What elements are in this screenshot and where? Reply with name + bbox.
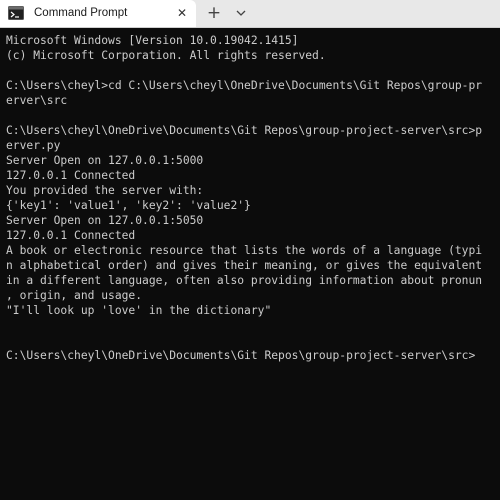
console-line: , origin, and usage. [6, 289, 143, 302]
console-line: C:\Users\cheyl>cd C:\Users\cheyl\OneDriv… [6, 79, 483, 92]
console-line: 127.0.0.1 Connected [6, 169, 136, 182]
console-text: Microsoft Windows [Version 10.0.19042.14… [6, 33, 482, 363]
tab-bar: Command Prompt ✕ + [0, 0, 500, 28]
console-line: 127.0.0.1 Connected [6, 229, 136, 242]
console-line: n alphabetical order) and gives their me… [6, 259, 483, 272]
console-prompt-line: C:\Users\cheyl\OneDrive\Documents\Git Re… [6, 349, 476, 362]
console-line: "I'll look up 'love' in the dictionary" [6, 304, 272, 317]
console-line: in a different language, often also prov… [6, 274, 483, 287]
command-prompt-window: Command Prompt ✕ + Microsoft Windows [Ve… [0, 0, 500, 500]
console-line: Microsoft Windows [Version 10.0.19042.14… [6, 34, 299, 47]
console-line: Server Open on 127.0.0.1:5050 [6, 214, 204, 227]
close-tab-icon[interactable]: ✕ [174, 5, 190, 21]
console-line: A book or electronic resource that lists… [6, 244, 483, 257]
console-line: C:\Users\cheyl\OneDrive\Documents\Git Re… [6, 124, 483, 137]
cmd-icon [8, 6, 24, 20]
tab-title: Command Prompt [34, 7, 128, 19]
console-line: erver\src [6, 94, 68, 107]
console-line: You provided the server with: [6, 184, 204, 197]
console-line: erver.py [6, 139, 61, 152]
scrollbar[interactable] [492, 28, 500, 500]
new-tab-button[interactable]: + [204, 3, 224, 23]
console-line: (c) Microsoft Corporation. All rights re… [6, 49, 326, 62]
console-line: {'key1': 'value1', 'key2': 'value2'} [6, 199, 251, 212]
terminal-output[interactable]: Microsoft Windows [Version 10.0.19042.14… [0, 28, 500, 500]
chevron-down-icon[interactable] [232, 4, 250, 22]
console-line: Server Open on 127.0.0.1:5000 [6, 154, 204, 167]
tab-command-prompt[interactable]: Command Prompt ✕ [0, 0, 196, 27]
